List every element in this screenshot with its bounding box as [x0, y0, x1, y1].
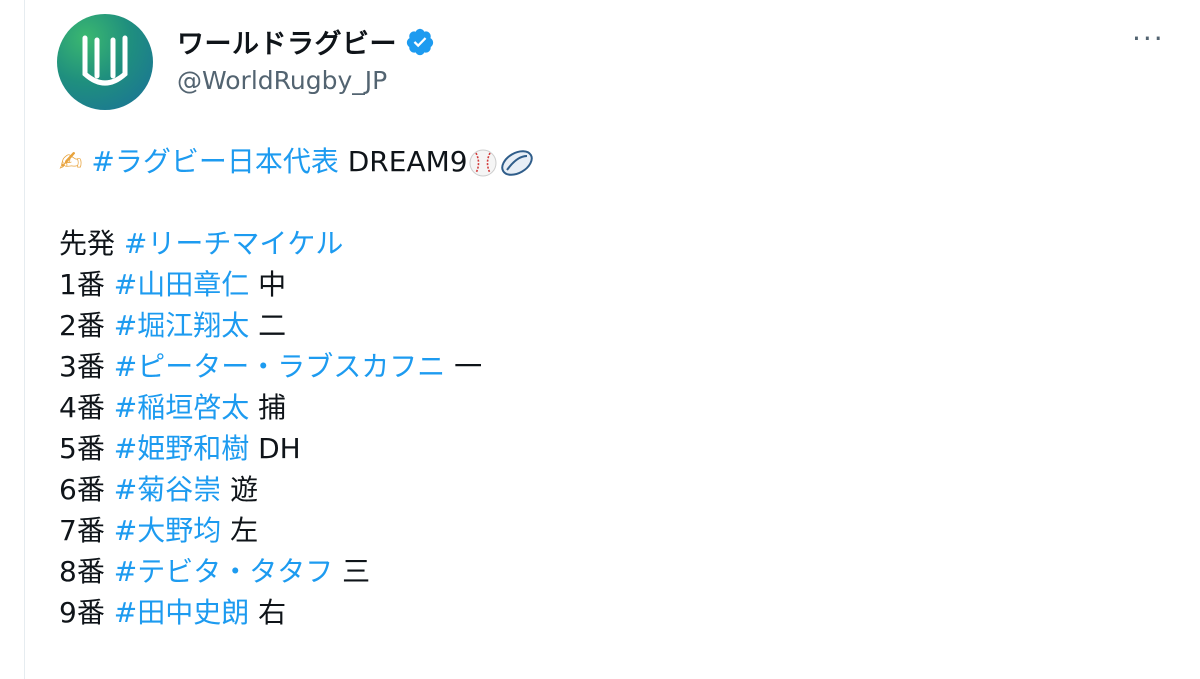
- lineup-row: 2番 #堀江翔太 二: [59, 306, 286, 346]
- player-link[interactable]: #姫野和樹: [114, 432, 249, 465]
- verified-badge-icon: [406, 28, 434, 55]
- player-link[interactable]: #稲垣啓太: [114, 391, 249, 424]
- batting-order: 8番: [59, 555, 105, 588]
- rugby-ball-icon: [500, 150, 533, 176]
- lineup-row: 9番 #田中史朗 右: [59, 593, 286, 633]
- lineup-row: 1番 #山田章仁 中: [59, 265, 286, 305]
- headline-text: DREAM9: [347, 145, 468, 178]
- hashtag-link[interactable]: #ラグビー日本代表: [91, 145, 338, 178]
- field-position: 中: [258, 268, 287, 301]
- field-position: 三: [342, 555, 371, 588]
- batting-order: 3番: [59, 350, 105, 383]
- field-position: 遊: [230, 473, 259, 506]
- more-icon[interactable]: ···: [1132, 22, 1165, 55]
- lineup-row: 4番 #稲垣啓太 捕: [59, 388, 286, 428]
- batting-order: 6番: [59, 473, 105, 506]
- account-name-row: ワールドラグビー: [177, 22, 435, 61]
- batting-order: 2番: [59, 309, 105, 342]
- batting-order: 7番: [59, 514, 105, 547]
- writing-hand-icon: ✍: [59, 145, 83, 178]
- player-link[interactable]: #ピーター・ラブスカフニ: [114, 350, 445, 383]
- batting-order: 9番: [59, 596, 105, 629]
- tweet-card: ワールドラグビー @WorldRugby_JP ··· ✍ #ラグビー日本代表 …: [24, 0, 1200, 679]
- batting-order: 4番: [59, 391, 105, 424]
- lineup-row: 3番 #ピーター・ラブスカフニ 一: [59, 347, 482, 387]
- display-name[interactable]: ワールドラグビー: [177, 22, 397, 61]
- player-link[interactable]: #大野均: [114, 514, 221, 547]
- player-link[interactable]: #堀江翔太: [114, 309, 249, 342]
- batting-order: 1番: [59, 268, 105, 301]
- field-position: 一: [454, 350, 483, 383]
- lineup-row: 5番 #姫野和樹 DH: [59, 429, 301, 469]
- starter-player-link[interactable]: #リーチマイケル: [124, 227, 343, 260]
- field-position: DH: [258, 432, 301, 465]
- field-position: 左: [230, 514, 259, 547]
- player-link[interactable]: #田中史朗: [114, 596, 249, 629]
- headline-line: ✍ #ラグビー日本代表 DREAM9: [59, 142, 536, 182]
- player-link[interactable]: #菊谷崇: [114, 473, 221, 506]
- field-position: 二: [258, 309, 287, 342]
- lineup-row: 6番 #菊谷崇 遊: [59, 470, 258, 510]
- field-position: 捕: [258, 391, 287, 424]
- baseball-icon: [469, 149, 497, 177]
- field-position: 右: [258, 596, 287, 629]
- account-handle[interactable]: @WorldRugby_JP: [177, 66, 387, 95]
- avatar[interactable]: [57, 14, 153, 110]
- lineup-row: 7番 #大野均 左: [59, 511, 258, 551]
- lineup-row: 8番 #テビタ・タタフ 三: [59, 552, 370, 592]
- batting-order: 5番: [59, 432, 105, 465]
- player-link[interactable]: #山田章仁: [114, 268, 249, 301]
- player-link[interactable]: #テビタ・タタフ: [114, 555, 333, 588]
- starter-line: 先発 #リーチマイケル: [59, 224, 343, 264]
- starter-label: 先発: [59, 227, 116, 260]
- world-rugby-logo-icon: [82, 35, 128, 86]
